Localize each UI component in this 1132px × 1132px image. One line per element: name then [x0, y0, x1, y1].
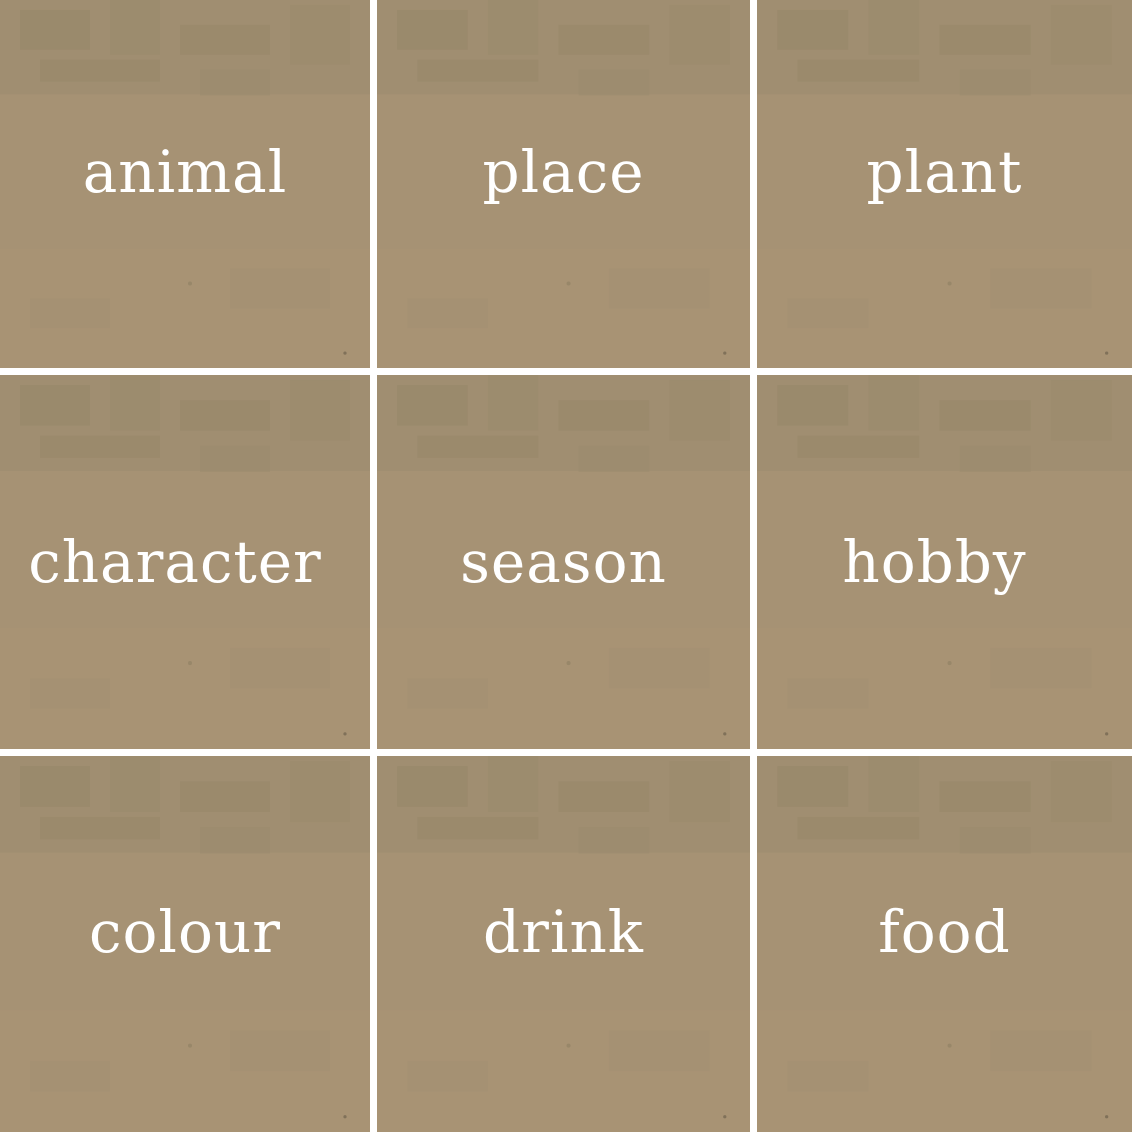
tile-plant[interactable]: plant	[757, 0, 1132, 368]
tile-label-season: season	[460, 528, 667, 596]
tile-label-plant: plant	[866, 138, 1023, 206]
tile-label-place: place	[482, 138, 645, 206]
tile-drink[interactable]: drink	[377, 756, 750, 1132]
tile-label-animal: animal	[82, 138, 288, 206]
tile-place[interactable]: place	[377, 0, 750, 368]
tile-label-food: food	[878, 898, 1011, 966]
tile-food[interactable]: food	[757, 756, 1132, 1132]
tile-colour[interactable]: colour	[0, 756, 370, 1132]
tile-label-colour: colour	[89, 898, 281, 966]
tile-animal[interactable]: animal	[0, 0, 370, 368]
tile-season[interactable]: season	[377, 375, 750, 749]
tile-label-hobby: hobby	[842, 528, 1027, 596]
tile-label-drink: drink	[483, 898, 644, 966]
tile-hobby[interactable]: hobby	[757, 375, 1132, 749]
tile-label-character: character	[28, 528, 322, 596]
tile-character[interactable]: character	[0, 375, 370, 749]
category-grid: animal place plant character season hobb…	[0, 0, 1132, 1132]
